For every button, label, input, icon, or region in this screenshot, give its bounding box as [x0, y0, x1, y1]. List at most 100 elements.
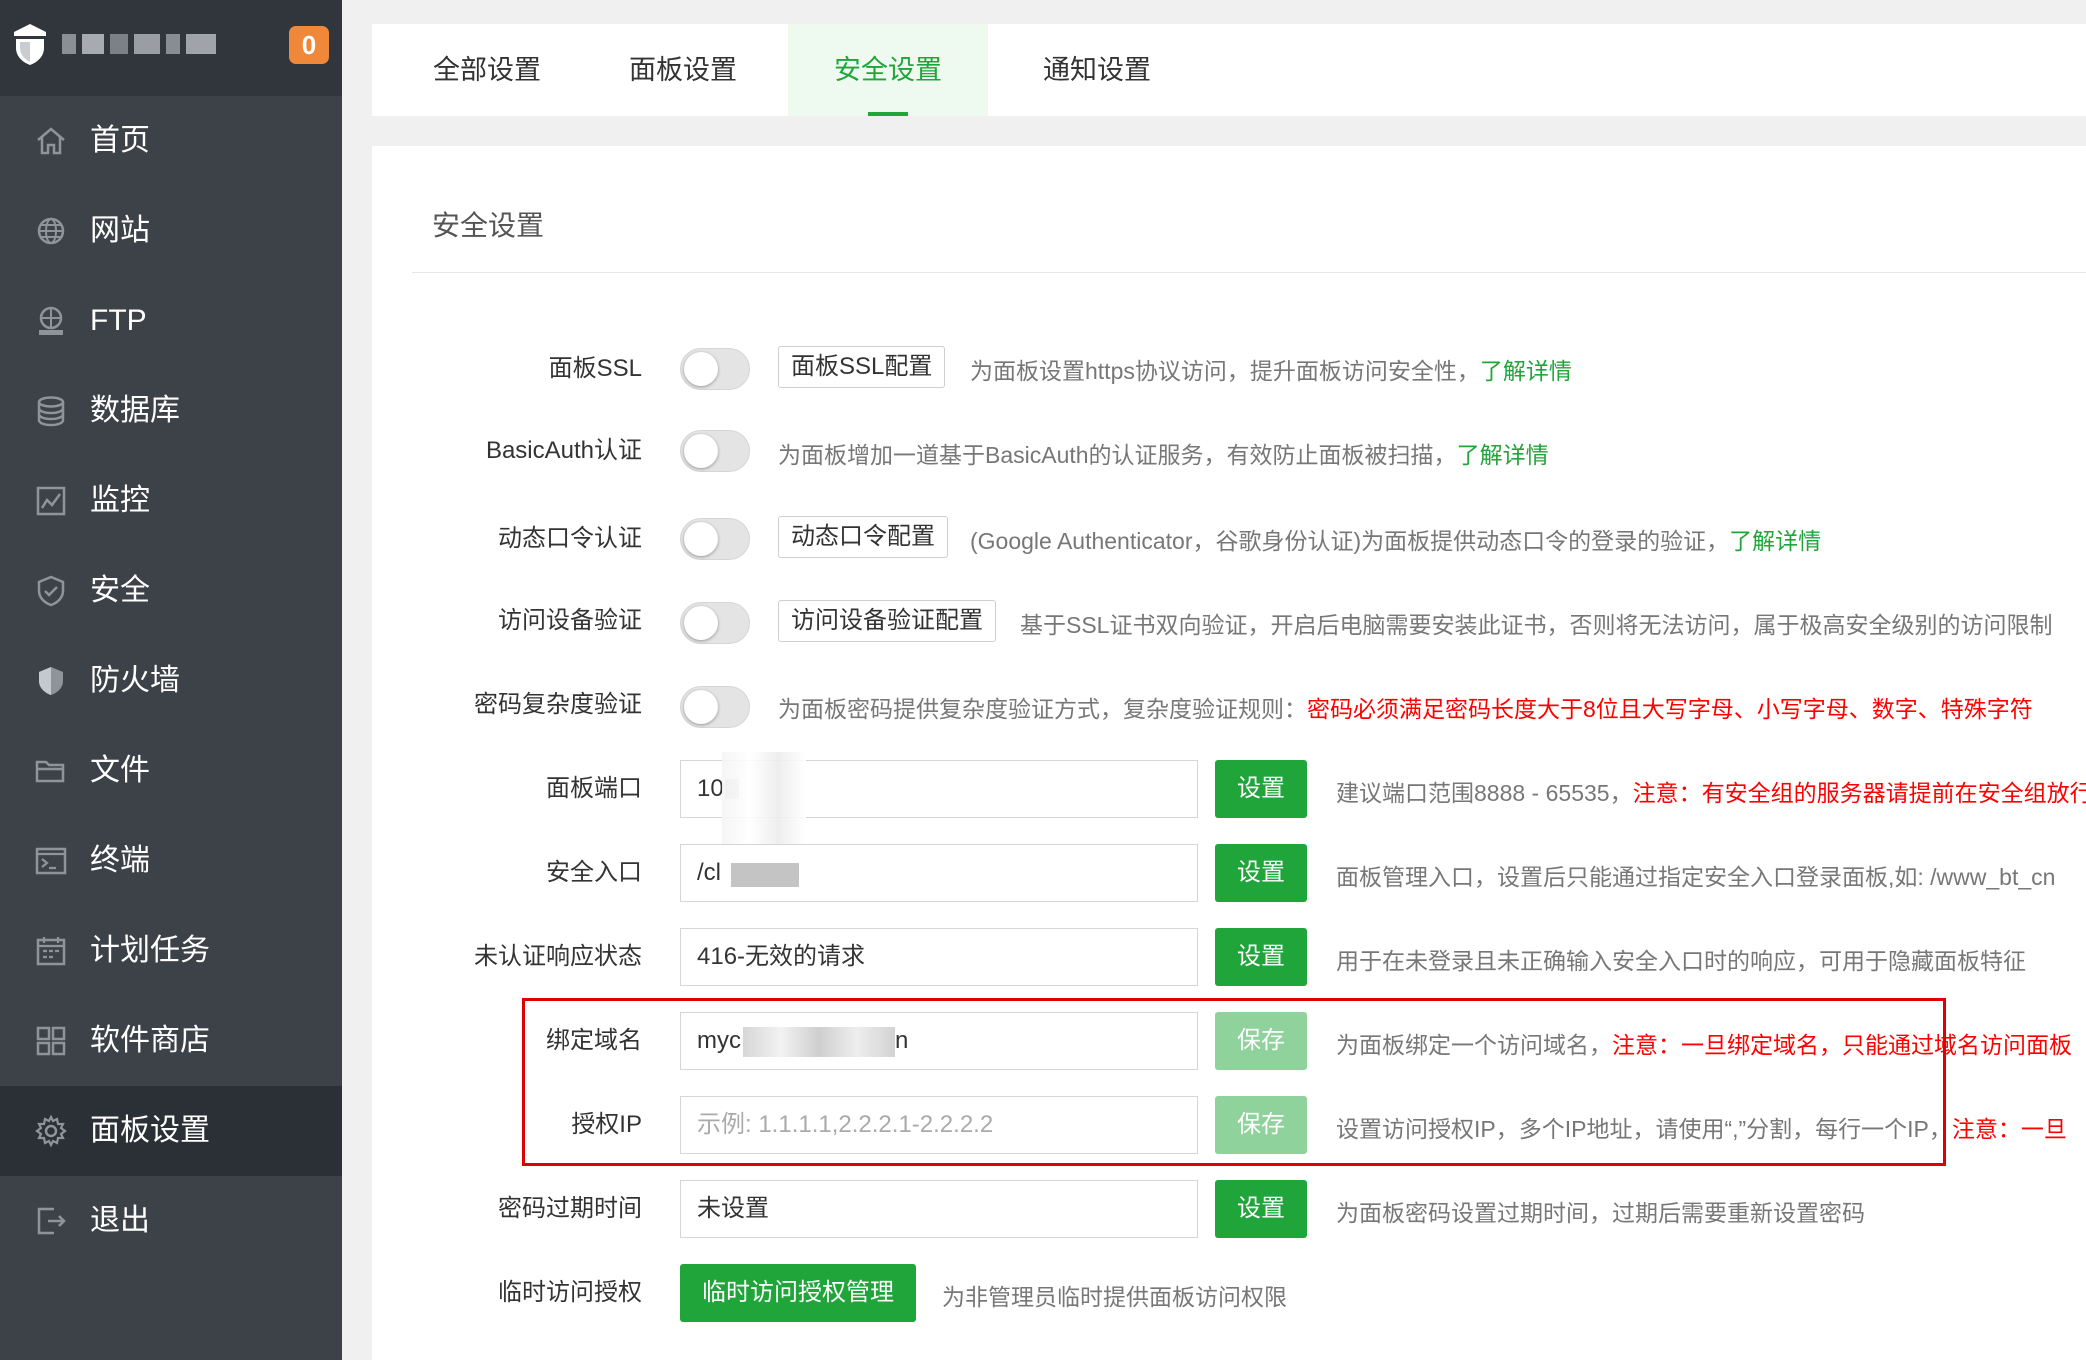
sidebar-item-cron[interactable]: 计划任务 — [0, 906, 342, 996]
sidebar-item-firewall[interactable]: 防火墙 — [0, 636, 342, 726]
sidebar-item-label: FTP — [90, 304, 147, 337]
unauth-select[interactable]: 416-无效的请求 — [680, 928, 1198, 986]
sidebar-item-monitor[interactable]: 监控 — [0, 456, 342, 546]
sidebar-item-panel-settings[interactable]: 面板设置 — [0, 1086, 342, 1176]
sidebar-item-label: 网站 — [90, 214, 150, 247]
device-description: 基于SSL证书双向验证，开启后电脑需要安装此证书，否则将无法访问，属于极高安全级… — [1020, 612, 2053, 638]
complexity-toggle[interactable] — [680, 686, 750, 728]
sidebar-item-security[interactable]: 安全 — [0, 546, 342, 636]
monitor-icon — [36, 486, 66, 516]
totp-config-button[interactable]: 动态口令配置 — [778, 516, 948, 558]
row-label-box: 密码复杂度验证 — [372, 684, 642, 726]
redaction-blur — [731, 863, 799, 887]
database-icon — [37, 396, 65, 427]
authip-warning: 注意：一旦 — [1951, 1116, 2067, 1142]
pwexpire-label: 密码过期时间 — [498, 1195, 642, 1222]
unauth-label: 未认证响应状态 — [474, 943, 642, 970]
pwexpire-set-button[interactable]: 设置 — [1215, 1180, 1307, 1238]
ssl-learn-more-link[interactable]: 了解详情 — [1480, 358, 1572, 384]
port-warning: 注意：有安全组的服务器请提前在安全组放行 — [1632, 780, 2086, 806]
entry-label: 安全入口 — [546, 859, 642, 886]
totp-description: (Google Authenticator，谷歌身份认证)为面板提供动态口令的登… — [970, 522, 1821, 556]
totp-desc-text: (Google Authenticator，谷歌身份认证)为面板提供动态口令的登… — [970, 528, 1730, 554]
sidebar-item-label: 终端 — [90, 844, 150, 877]
device-config-button[interactable]: 访问设备验证配置 — [778, 600, 996, 642]
sidebar-item-website[interactable]: 网站 — [0, 186, 342, 276]
toggle-knob — [684, 434, 718, 468]
ftp-icon — [39, 306, 63, 335]
toggle-knob — [684, 606, 718, 640]
complexity-label: 密码复杂度验证 — [474, 691, 642, 718]
ssl-toggle[interactable] — [680, 348, 750, 390]
sidebar-item-logout[interactable]: 退出 — [0, 1176, 342, 1266]
sidebar-item-label: 首页 — [90, 124, 150, 157]
sidebar-item-home[interactable]: 首页 — [0, 96, 342, 186]
gear-icon — [35, 1114, 67, 1148]
sidebar-item-label: 安全 — [90, 574, 150, 607]
page-title: 安全设置 — [432, 210, 545, 241]
sidebar-item-label: 防火墙 — [90, 664, 180, 697]
basicauth-toggle[interactable] — [680, 430, 750, 472]
totp-toggle[interactable] — [680, 518, 750, 560]
sidebar-item-appstore[interactable]: 软件商店 — [0, 996, 342, 1086]
row-label-box: BasicAuth认证 — [372, 430, 642, 472]
notification-badge[interactable]: 0 — [289, 26, 329, 64]
port-set-button[interactable]: 设置 — [1215, 760, 1307, 818]
tempauth-manage-button[interactable]: 临时访问授权管理 — [680, 1264, 916, 1322]
basicauth-desc-text: 为面板增加一道基于BasicAuth的认证服务，有效防止面板被扫描， — [778, 442, 1457, 468]
sidebar-item-database[interactable]: 数据库 — [0, 366, 342, 456]
home-icon — [37, 127, 65, 155]
row-label-box: 面板端口 — [372, 760, 642, 818]
unauth-set-button[interactable]: 设置 — [1215, 928, 1307, 986]
settings-panel: 安全设置 — [372, 146, 2086, 1360]
entry-description: 面板管理入口，设置后只能通过指定安全入口登录面板,如: /www_bt_cn — [1336, 864, 2056, 890]
sidebar-item-ftp[interactable]: FTP — [0, 276, 342, 366]
totp-learn-more-link[interactable]: 了解详情 — [1729, 528, 1821, 554]
logo-bar: 0 — [0, 0, 342, 96]
row-label-box: 未认证响应状态 — [372, 928, 642, 986]
firewall-icon — [39, 667, 63, 695]
row-label-box: 安全入口 — [372, 844, 642, 902]
pwexpire-input[interactable]: 未设置 — [680, 1180, 1198, 1238]
row-label-box: 动态口令认证 — [372, 518, 642, 560]
sidebar-item-label: 软件商店 — [90, 1024, 210, 1057]
tab-panel-settings[interactable]: 面板设置 — [608, 24, 758, 116]
device-toggle[interactable] — [680, 602, 750, 644]
row-label-box: 访问设备验证 — [372, 600, 642, 642]
sidebar-item-label: 文件 — [90, 754, 150, 787]
complexity-description: 为面板密码提供复杂度验证方式，复杂度验证规则：密码必须满足密码长度大于8位且大写… — [778, 690, 2033, 724]
basicauth-learn-more-link[interactable]: 了解详情 — [1457, 442, 1549, 468]
toggle-knob — [684, 352, 718, 386]
tab-label: 安全设置 — [834, 55, 942, 85]
complexity-desc-text: 为面板密码提供复杂度验证方式，复杂度验证规则： — [778, 696, 1307, 722]
settings-tabs: 全部设置 面板设置 安全设置 通知设置 — [372, 24, 2086, 116]
highlight-box — [522, 998, 1946, 1166]
port-description: 建议端口范围8888 - 65535，注意：有安全组的服务器请提前在安全组放行 — [1336, 774, 2086, 808]
row-label-box: 临时访问授权 — [372, 1264, 642, 1322]
tempauth-label: 临时访问授权 — [498, 1279, 642, 1306]
sidebar-item-files[interactable]: 文件 — [0, 726, 342, 816]
pwexpire-description: 为面板密码设置过期时间，过期后需要重新设置密码 — [1336, 1200, 1865, 1226]
logo-icon — [14, 24, 46, 65]
tab-all-settings[interactable]: 全部设置 — [412, 24, 562, 116]
logout-icon — [37, 1207, 66, 1235]
tab-notification-settings[interactable]: 通知设置 — [1022, 24, 1172, 116]
entry-input[interactable]: /cl — [680, 844, 1198, 902]
tab-security-settings[interactable]: 安全设置 — [788, 24, 988, 116]
ssl-label: 面板SSL — [548, 355, 642, 382]
row-label-box: 面板SSL — [372, 348, 642, 390]
active-tab-indicator — [868, 112, 908, 116]
sidebar-item-label: 退出 — [90, 1204, 150, 1237]
sidebar-item-terminal[interactable]: 终端 — [0, 816, 342, 906]
calendar-icon — [36, 937, 66, 966]
sidebar-item-label: 监控 — [90, 484, 150, 517]
row-label-box: 密码过期时间 — [372, 1180, 642, 1238]
entry-set-button[interactable]: 设置 — [1215, 844, 1307, 902]
shield-icon — [37, 575, 65, 607]
logo-name-blurred — [62, 34, 242, 56]
ssl-config-button[interactable]: 面板SSL配置 — [778, 346, 946, 388]
basicauth-label: BasicAuth认证 — [485, 437, 642, 464]
globe-icon — [37, 217, 65, 245]
entry-value: /cl — [697, 859, 721, 886]
folder-icon — [35, 760, 65, 783]
